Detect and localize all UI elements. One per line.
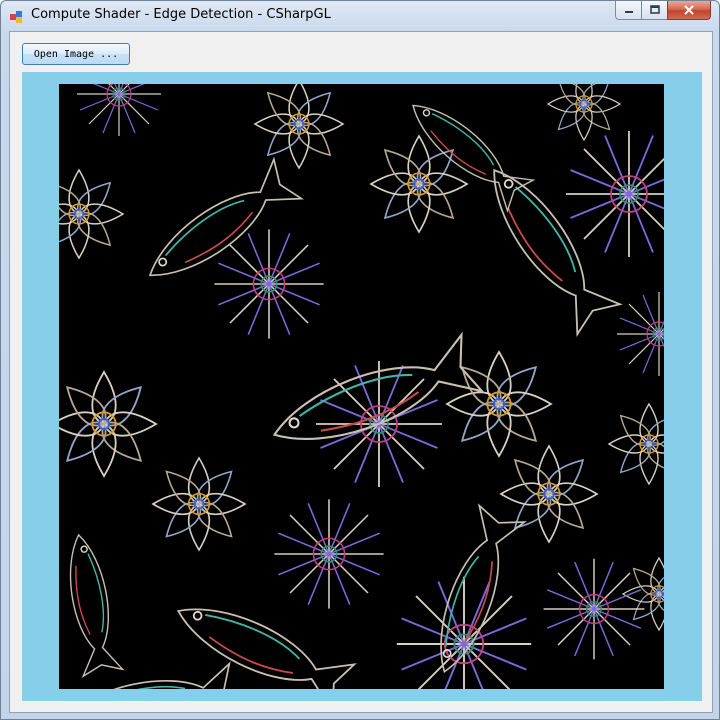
window-title: Compute Shader - Edge Detection - CSharp… — [31, 7, 331, 22]
maximize-icon — [649, 5, 660, 14]
application-icon[interactable] — [10, 9, 24, 23]
maximize-button[interactable] — [641, 1, 667, 20]
minimize-button[interactable] — [615, 1, 641, 20]
app-window: Compute Shader - Edge Detection - CSharp… — [0, 0, 720, 720]
close-button[interactable] — [667, 1, 711, 20]
caption-buttons — [615, 1, 711, 21]
title-bar[interactable]: Compute Shader - Edge Detection - CSharp… — [1, 1, 719, 31]
client-area: Open Image ... — [9, 31, 713, 713]
open-image-button[interactable]: Open Image ... — [22, 43, 130, 65]
opengl-viewport[interactable] — [22, 72, 702, 701]
minimize-icon — [624, 11, 633, 13]
edge-detection-image — [59, 84, 664, 689]
close-icon — [684, 5, 694, 15]
edge-detection-render — [59, 84, 664, 689]
